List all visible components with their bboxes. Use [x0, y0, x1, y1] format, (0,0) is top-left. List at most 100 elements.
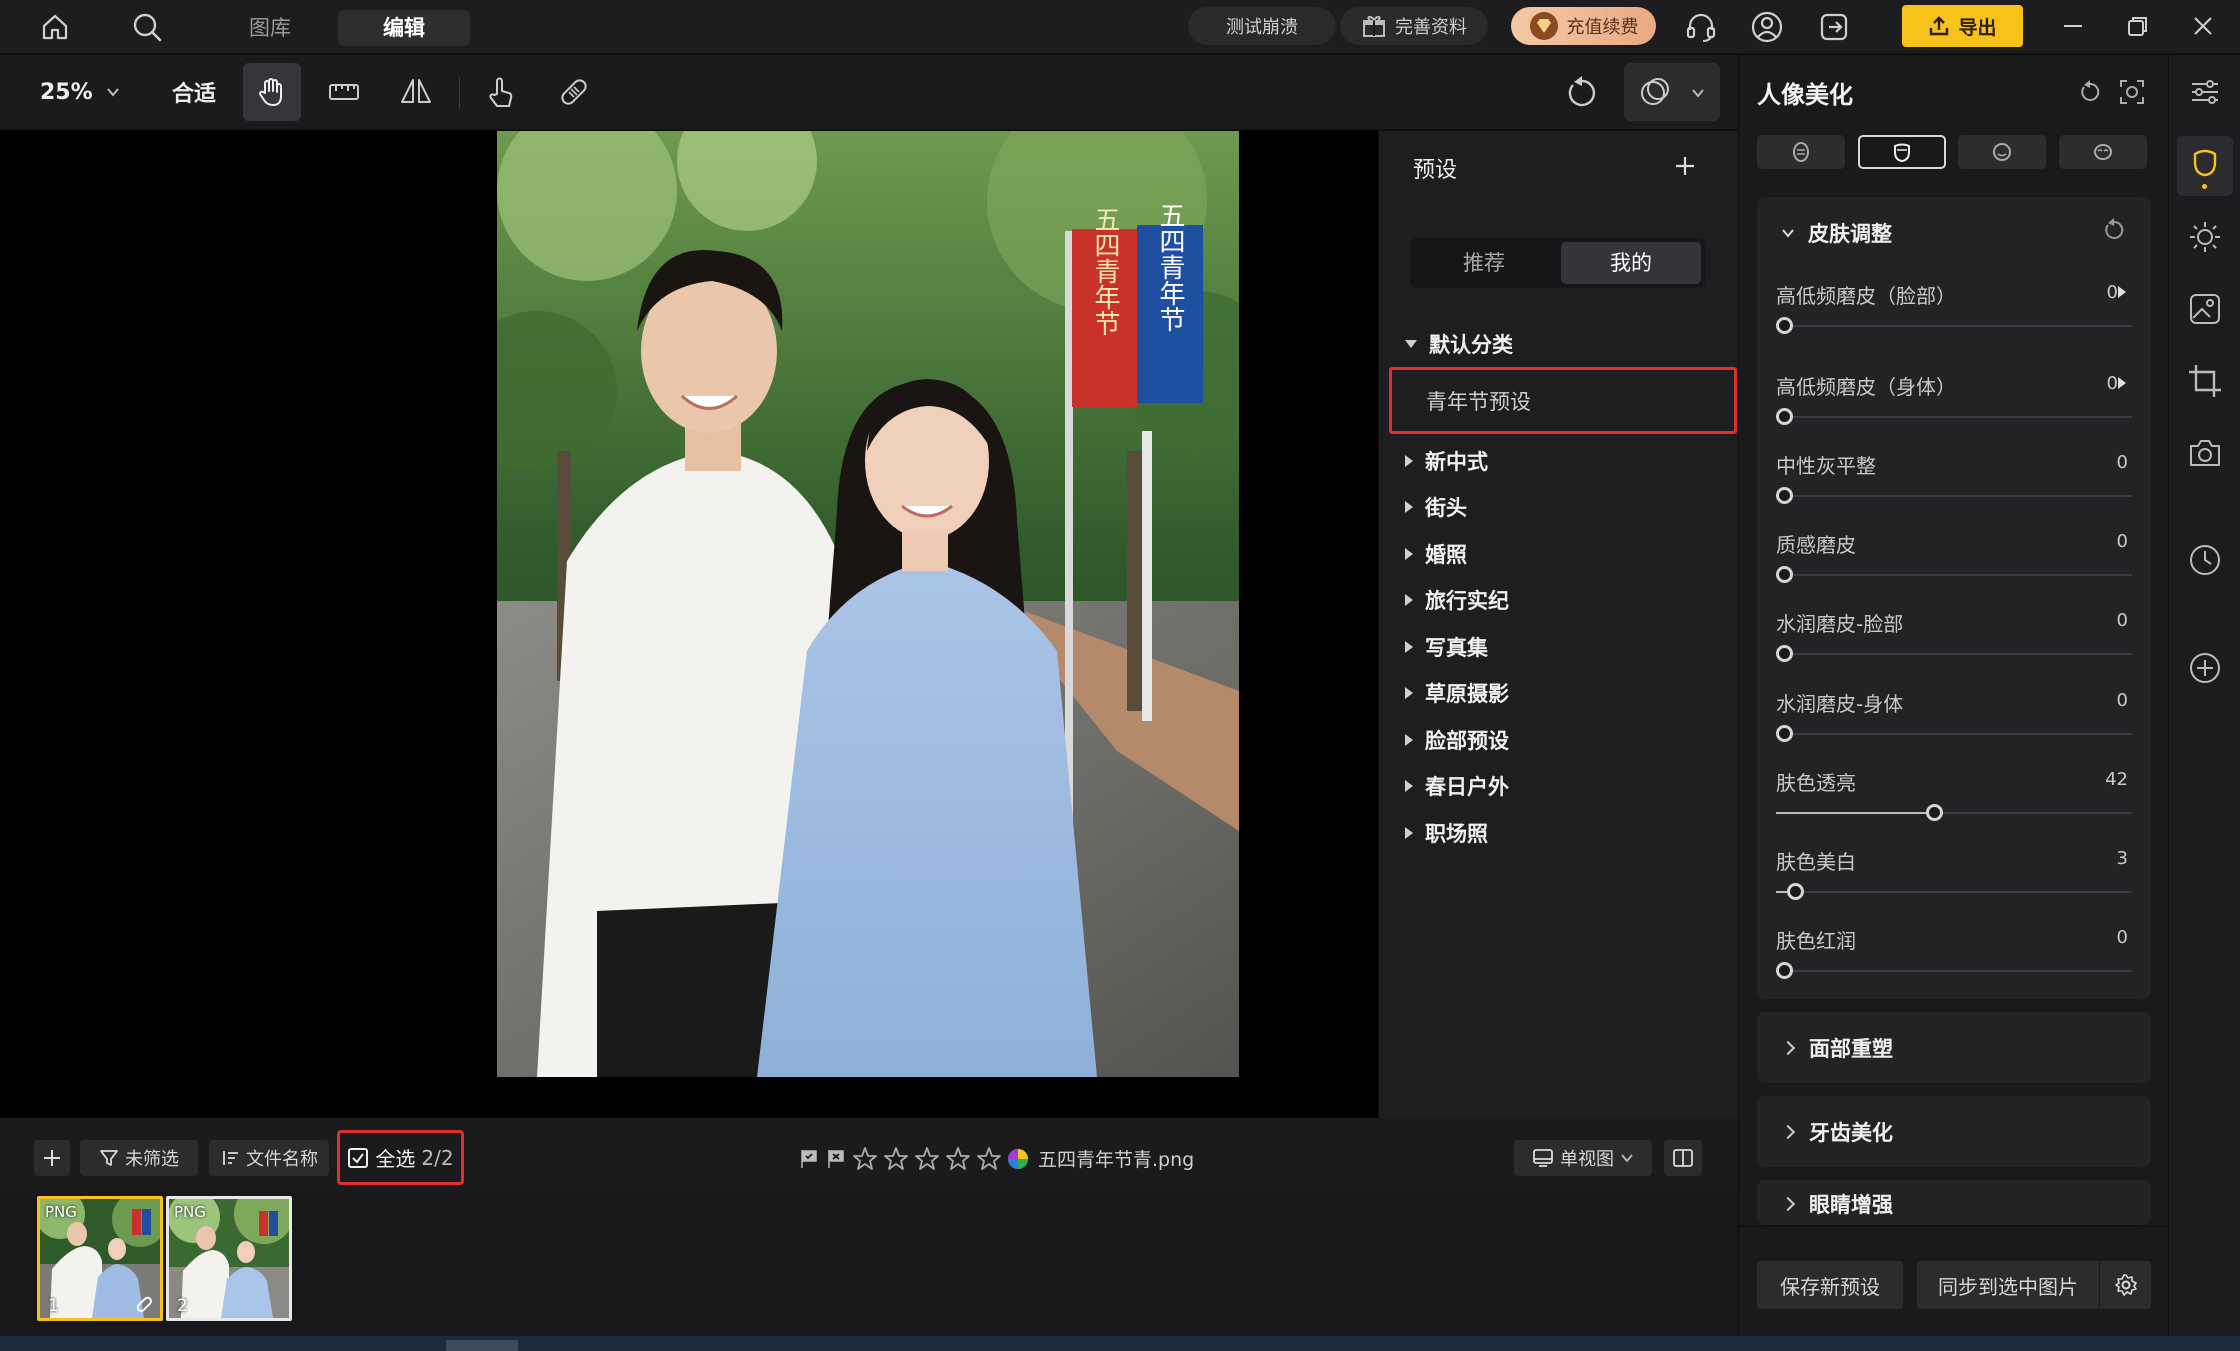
star-icon[interactable]	[914, 1146, 940, 1172]
add-tool-icon[interactable]	[2186, 649, 2224, 687]
face-reshape-section[interactable]: 面部重塑	[1757, 1012, 2151, 1083]
category-item[interactable]: 草原摄影	[1405, 678, 1509, 708]
category-default[interactable]: 默认分类	[1405, 329, 1513, 359]
color-label-icon[interactable]	[1007, 1148, 1029, 1170]
slider-knob[interactable]	[1925, 804, 1943, 821]
skin-section-header[interactable]: 皮肤调整	[1780, 218, 1892, 248]
sync-to-selected-button[interactable]: 同步到选中图片	[1917, 1261, 2099, 1309]
slider-track[interactable]	[1776, 408, 2132, 425]
search-icon[interactable]	[130, 10, 164, 44]
crop-icon[interactable]	[2186, 362, 2224, 400]
sort-button[interactable]: 文件名称	[209, 1140, 329, 1176]
compare-dropdown[interactable]	[1624, 63, 1720, 121]
thumbnail-1[interactable]: PNG 1	[37, 1196, 163, 1321]
flip-tool-button[interactable]	[387, 63, 445, 121]
category-item[interactable]: 脸部预设	[1405, 725, 1509, 755]
hand-tool-button[interactable]	[243, 63, 301, 121]
preset-item-youth-day[interactable]: 青年节预设	[1426, 386, 1531, 416]
home-icon[interactable]	[40, 12, 70, 42]
category-item[interactable]: 新中式	[1405, 446, 1488, 476]
slider-knob[interactable]	[1776, 645, 1793, 662]
logout-icon[interactable]	[1817, 10, 1851, 44]
category-item[interactable]: 婚照	[1405, 539, 1467, 569]
slider-track[interactable]	[1776, 566, 2132, 583]
camera-icon[interactable]	[2186, 434, 2224, 472]
horizontal-scroll-thumb[interactable]	[446, 1340, 518, 1351]
slider-track[interactable]	[1776, 317, 2132, 334]
restore-icon[interactable]	[2125, 13, 2151, 39]
complete-profile-button[interactable]: 完善资料	[1340, 7, 1488, 45]
adjust-sliders-icon[interactable]	[2186, 73, 2224, 111]
slider-knob[interactable]	[1786, 883, 1804, 900]
star-icon[interactable]	[883, 1146, 909, 1172]
slider-knob[interactable]	[1776, 317, 1793, 334]
teeth-beauty-section[interactable]: 牙齿美化	[1757, 1096, 2151, 1167]
export-button[interactable]: 导出	[1902, 5, 2023, 47]
reset-icon[interactable]	[1562, 73, 1602, 113]
support-headset-icon[interactable]	[1684, 10, 1718, 44]
category-item[interactable]: 春日户外	[1405, 771, 1509, 801]
reject-flag-icon[interactable]	[825, 1148, 847, 1170]
test-crash-button[interactable]: 测试崩溃	[1188, 7, 1336, 45]
expand-arrow-icon[interactable]	[2118, 286, 2126, 298]
ruler-tool-button[interactable]	[315, 63, 373, 121]
history-clock-icon[interactable]	[2186, 541, 2224, 579]
light-sun-icon[interactable]	[2186, 218, 2224, 256]
category-item[interactable]: 旅行实纪	[1405, 585, 1509, 615]
slider-track[interactable]	[1776, 804, 2132, 821]
add-preset-icon[interactable]	[1670, 151, 1700, 181]
filter-button[interactable]: 未筛选	[80, 1140, 198, 1176]
slider-value[interactable]: 0	[2080, 610, 2128, 631]
tab-mine[interactable]: 我的	[1561, 242, 1701, 284]
tab-library[interactable]: 图库	[222, 10, 318, 46]
split-view-button[interactable]	[1664, 1140, 1702, 1176]
slider-track[interactable]	[1776, 962, 2132, 979]
save-new-preset-button[interactable]: 保存新预设	[1757, 1261, 1903, 1309]
slider-track[interactable]	[1776, 725, 2132, 742]
tab-edit[interactable]: 编辑	[338, 10, 470, 46]
image-edit-icon[interactable]	[2186, 290, 2224, 328]
slider-track[interactable]	[1776, 883, 2132, 900]
zoom-select[interactable]: 25%	[40, 76, 121, 108]
slider-value[interactable]: 42	[2080, 769, 2128, 790]
slider-knob[interactable]	[1776, 566, 1793, 583]
expand-arrow-icon[interactable]	[2118, 377, 2126, 389]
panel-tab-skin[interactable]	[1757, 135, 1845, 169]
pick-flag-icon[interactable]	[798, 1148, 820, 1170]
slider-value[interactable]: 0	[2070, 282, 2118, 303]
sync-settings-button[interactable]	[2100, 1261, 2151, 1309]
slider-value[interactable]: 0	[2070, 373, 2118, 394]
minimize-icon[interactable]	[2060, 13, 2086, 39]
slider-value[interactable]: 0	[2080, 531, 2128, 552]
touch-tool-button[interactable]	[472, 63, 530, 121]
thumbnail-2[interactable]: PNG 2	[166, 1196, 292, 1321]
category-item[interactable]: 职场照	[1405, 818, 1488, 848]
slider-value[interactable]: 0	[2080, 452, 2128, 473]
close-icon[interactable]	[2190, 13, 2216, 39]
add-image-button[interactable]	[34, 1140, 70, 1176]
panel-tab-face[interactable]	[1958, 135, 2046, 169]
star-icon[interactable]	[976, 1146, 1002, 1172]
slider-knob[interactable]	[1776, 487, 1793, 504]
panel-tab-face-shape[interactable]	[1858, 135, 1946, 169]
slider-value[interactable]: 3	[2080, 848, 2128, 869]
panel-tab-makeup[interactable]	[2059, 135, 2147, 169]
eye-enhance-section[interactable]: 眼睛增强	[1757, 1180, 2151, 1225]
photo-preview[interactable]: 五四青年节 五四青年节	[497, 131, 1239, 1077]
section-reset-icon[interactable]	[2101, 217, 2127, 243]
category-item[interactable]: 写真集	[1405, 632, 1488, 662]
slider-track[interactable]	[1776, 645, 2132, 662]
slider-knob[interactable]	[1776, 962, 1793, 979]
slider-track[interactable]	[1776, 487, 2132, 504]
fit-button[interactable]: 合适	[172, 76, 216, 108]
slider-value[interactable]: 0	[2080, 690, 2128, 711]
panel-reset-icon[interactable]	[2076, 78, 2104, 106]
view-mode-select[interactable]: 单视图	[1514, 1140, 1652, 1176]
face-scan-icon[interactable]	[2118, 78, 2146, 106]
select-all-toggle[interactable]: 全选 2/2	[337, 1130, 464, 1185]
star-icon[interactable]	[852, 1146, 878, 1172]
tab-recommended[interactable]: 推荐	[1414, 242, 1554, 284]
user-avatar-icon[interactable]	[1750, 10, 1784, 44]
star-icon[interactable]	[945, 1146, 971, 1172]
bandage-tool-button[interactable]	[545, 63, 603, 121]
